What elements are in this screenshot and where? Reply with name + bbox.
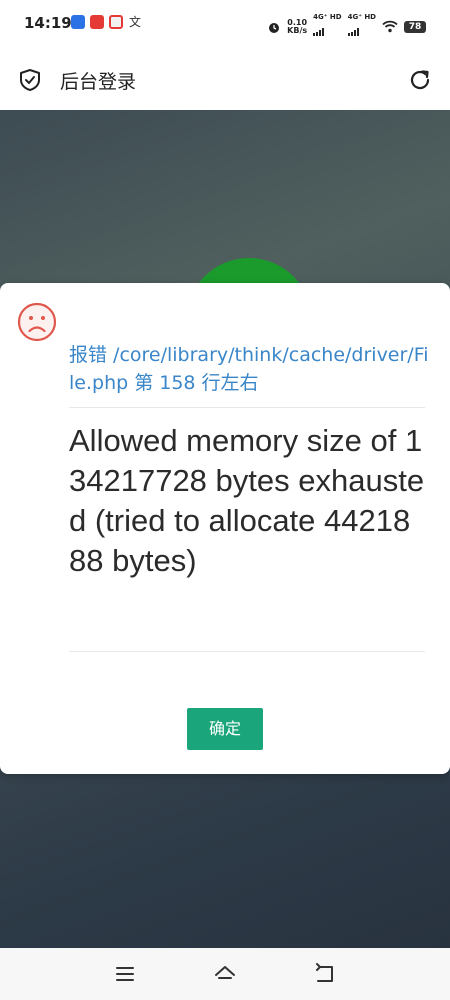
sad-face-icon [17,302,57,342]
back-icon[interactable] [313,962,337,986]
alarm-icon [269,22,280,33]
notification-app-icon [71,15,85,29]
notification-text-icon: 文 [128,15,141,29]
error-location: 报错 /core/library/think/cache/driver/File… [69,344,429,394]
shield-check-icon [20,69,40,91]
page-title: 后台登录 [60,71,137,93]
notification-app-icon [109,15,123,29]
status-time: 14:19 [24,14,72,32]
app-header: 后台登录 [0,46,450,110]
signal-1: 4G⁺ HD [313,13,342,40]
signal-bars-icon [313,28,325,36]
menu-icon[interactable] [113,962,137,986]
error-dialog: 报错 /core/library/think/cache/driver/File… [0,283,450,774]
signal-2: 4G⁺ HD [347,13,376,40]
divider [69,651,425,652]
divider [69,407,425,408]
status-bar: 14:19 文 0.10 KB/s 4G⁺ HD 4G⁺ HD 78 [0,0,450,46]
network-speed: 0.10 KB/s [287,17,308,35]
refresh-icon[interactable] [408,68,432,92]
wifi-icon [382,20,398,33]
notification-app-icon [90,15,104,29]
ok-button[interactable]: 确定 [187,708,263,750]
error-message: Allowed memory size of 134217728 bytes e… [69,423,425,578]
system-nav-bar [0,948,450,1000]
battery-icon: 78 [404,20,426,33]
status-indicators: 0.10 KB/s 4G⁺ HD 4G⁺ HD 78 [267,13,426,40]
home-icon[interactable] [213,962,237,986]
signal-bars-icon [347,28,359,36]
